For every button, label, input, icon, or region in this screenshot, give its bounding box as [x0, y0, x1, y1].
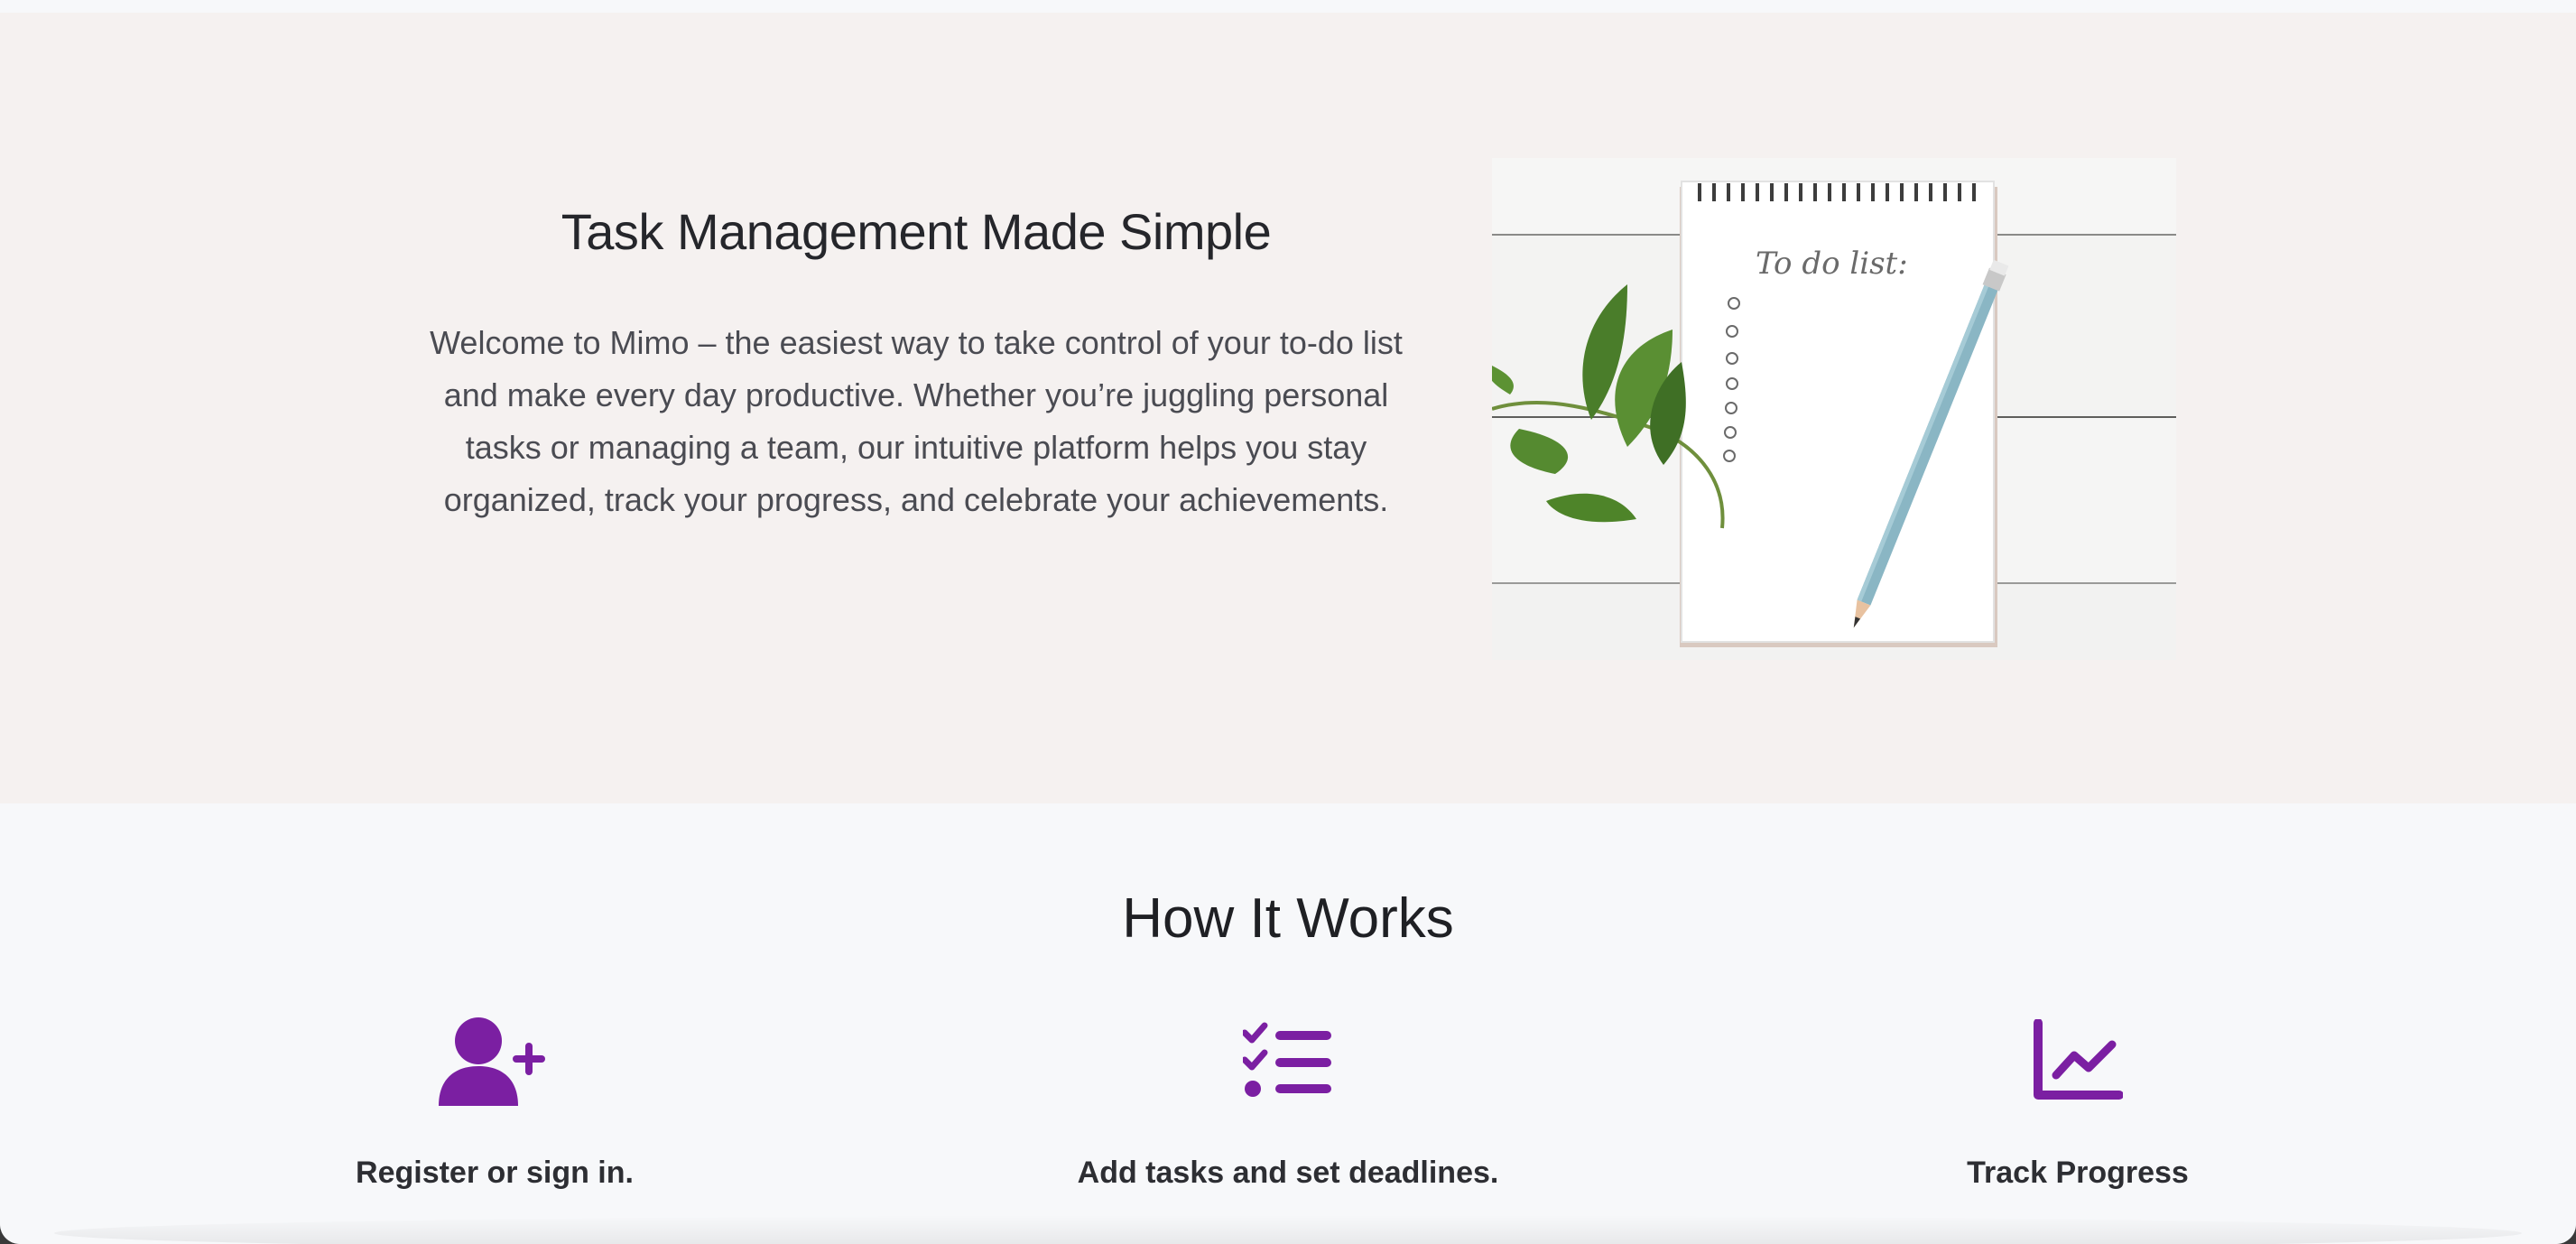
window-shadow: [54, 1215, 2522, 1244]
hero-text-block: Task Management Made Simple Welcome to M…: [415, 202, 1417, 526]
checklist-icon: [1017, 1011, 1559, 1110]
how-it-works-section: How It Works Register or sign in. Add ta…: [0, 803, 2576, 1244]
chart-line-icon: [1807, 1011, 2349, 1110]
hero-title: Task Management Made Simple: [561, 203, 1272, 260]
step-register: Register or sign in.: [224, 1011, 765, 1191]
top-bar: [0, 0, 2576, 13]
step-label: Track Progress: [1967, 1156, 2189, 1190]
notepad-illustration: To do list:: [1492, 158, 2176, 660]
step-label: Add tasks and set deadlines.: [1077, 1156, 1499, 1190]
step-add-tasks: Add tasks and set deadlines.: [1017, 1011, 1559, 1191]
hero-section: Task Management Made Simple Welcome to M…: [0, 13, 2576, 803]
user-plus-icon: [224, 1011, 765, 1110]
notepad-handwriting: To do list:: [1756, 246, 1908, 282]
step-label: Register or sign in.: [356, 1156, 634, 1190]
browser-viewport: Task Management Made Simple Welcome to M…: [0, 0, 2576, 1244]
section-title: How It Works: [1122, 887, 1454, 950]
step-track-progress: Track Progress: [1807, 1011, 2349, 1191]
hero-description: Welcome to Mimo – the easiest way to tak…: [430, 324, 1403, 518]
